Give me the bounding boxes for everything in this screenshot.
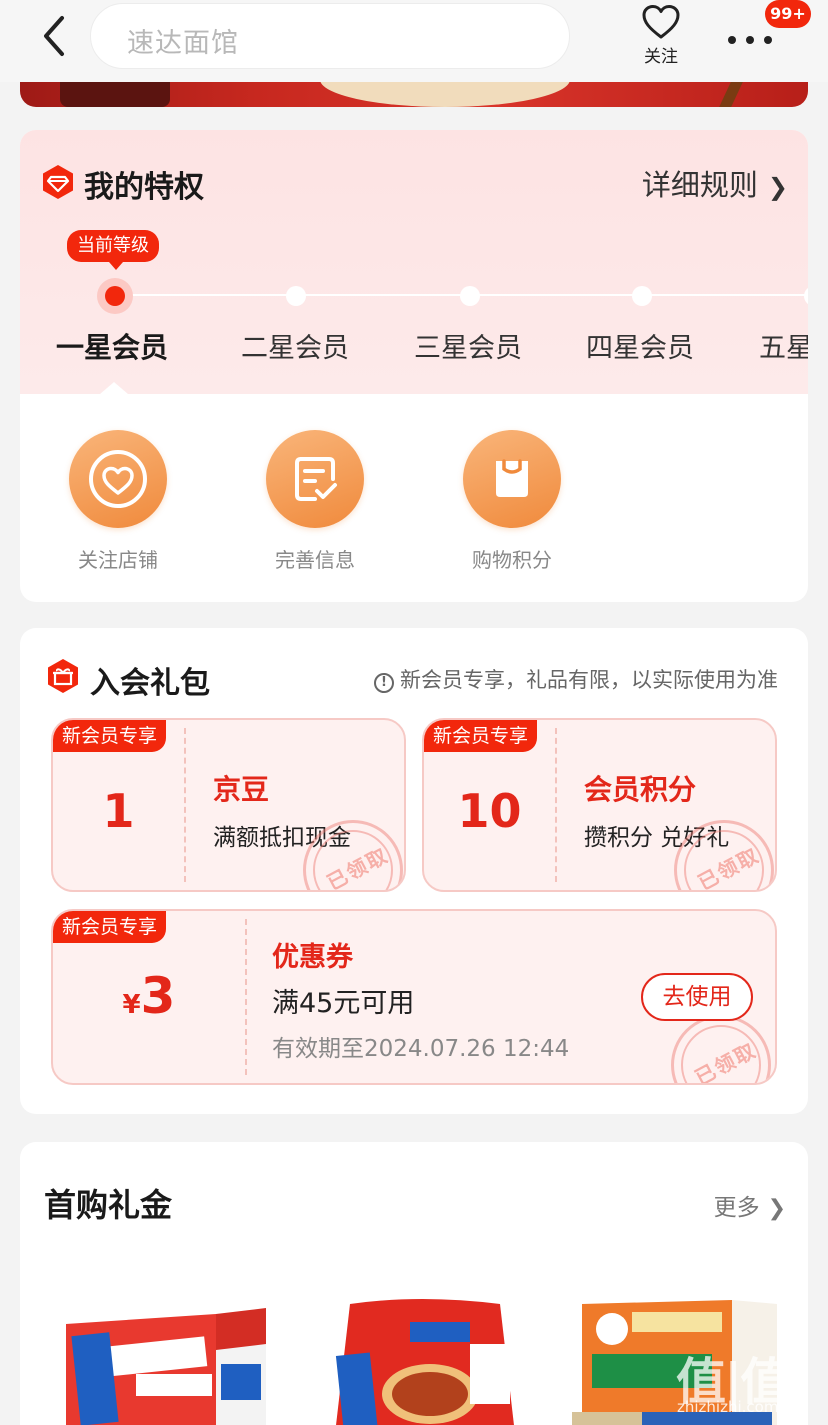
more-dot-icon (746, 36, 754, 44)
level-5[interactable]: 五星 (759, 326, 808, 365)
banner-image-part (60, 82, 170, 107)
perk-follow-store[interactable]: 关注店铺 (58, 430, 178, 573)
new-member-tag: 新会员专享 (53, 720, 167, 752)
first-purchase-title: 首购礼金 (44, 1186, 173, 1224)
coupon-name: 京豆 (213, 773, 270, 806)
heart-icon (642, 5, 680, 39)
search-input[interactable]: 速达面馆 (90, 3, 570, 69)
banner-chopsticks (719, 82, 743, 107)
voucher-amount: ¥3 (53, 967, 245, 1025)
more-dot-icon (728, 36, 736, 44)
more-dot-icon (764, 36, 772, 44)
level-3[interactable]: 三星会员 (414, 326, 522, 365)
follow-button[interactable]: 关注 (632, 2, 690, 70)
perk-complete-info[interactable]: 完善信息 (255, 430, 375, 573)
info-icon: ! (374, 673, 394, 693)
level-1[interactable]: 一星会员 (56, 326, 168, 366)
form-check-icon (295, 457, 337, 501)
coupon-divider (555, 728, 557, 882)
perk-icon-bg (69, 430, 167, 528)
level-2[interactable]: 二星会员 (241, 326, 349, 365)
banner-noodle-bowl (320, 82, 570, 107)
heart-circle-icon (89, 450, 147, 508)
new-member-tag: 新会员专享 (424, 720, 538, 752)
gift-box-icon (48, 659, 78, 693)
claimed-stamp: 已领取 (671, 1015, 771, 1085)
voucher-condition: 满45元可用 (272, 988, 415, 1019)
new-member-tag: 新会员专享 (53, 911, 167, 943)
chevron-right-icon: ❯ (767, 1196, 786, 1221)
coupon-amount: 10 (457, 784, 522, 838)
top-bar: 速达面馆 关注 99+ (0, 0, 828, 82)
follow-label: 关注 (644, 47, 678, 67)
coupon-divider (245, 919, 247, 1075)
diamond-badge-icon (43, 165, 73, 199)
search-placeholder: 速达面馆 (127, 28, 239, 59)
coupon-amount: 1 (102, 784, 135, 838)
perk-label: 完善信息 (275, 548, 355, 572)
level-dot (460, 286, 480, 306)
voucher-name: 优惠券 (272, 942, 353, 973)
currency-symbol: ¥ (122, 990, 141, 1020)
back-button[interactable] (36, 12, 76, 60)
chevron-left-icon (44, 16, 64, 56)
perk-icon-bg (463, 430, 561, 528)
shop-banner[interactable] (20, 82, 808, 107)
more-menu-button[interactable] (722, 26, 778, 56)
level-pointer (100, 382, 128, 394)
coupon-jingdou[interactable]: 新会员专享 1 京豆 满额抵扣现金 已领取 (51, 718, 406, 892)
privileges-title: 我的特权 (84, 170, 204, 205)
voucher-value: 3 (140, 967, 176, 1025)
perk-label: 购物积分 (472, 548, 552, 572)
coupon-name: 会员积分 (584, 773, 697, 806)
more-label: 更多 (713, 1195, 760, 1221)
gift-note: ! 新会员专享，礼品有限，以实际使用为准 (374, 664, 778, 694)
coupon-divider (184, 728, 186, 882)
perk-shopping-points[interactable]: 购物积分 (452, 430, 572, 573)
shopping-bag-icon (496, 459, 528, 497)
level-dot (632, 286, 652, 306)
more-link[interactable]: 更多 ❯ (714, 1188, 786, 1222)
level-4[interactable]: 四星会员 (586, 326, 694, 365)
perk-icon-bg (266, 430, 364, 528)
perk-label: 关注店铺 (78, 548, 158, 572)
rules-link[interactable]: 详细规则 ❯ (642, 162, 788, 204)
stamp-text: 已领取 (693, 842, 764, 892)
stamp-text: 已领取 (322, 842, 393, 892)
level-dot (286, 286, 306, 306)
rules-label: 详细规则 (641, 168, 758, 202)
gift-title: 入会礼包 (90, 666, 210, 701)
product-image-noodle-pack[interactable] (320, 1294, 530, 1425)
product-image-noodle-box[interactable] (66, 1294, 276, 1425)
voucher-expiry: 有效期至2024.07.26 12:44 (272, 1036, 570, 1062)
stamp-text: 已领取 (690, 1037, 761, 1085)
watermark-url: zhizhizhi.com (677, 1398, 779, 1416)
level-dot-current (97, 278, 133, 314)
coupon-member-points[interactable]: 新会员专享 10 会员积分 攒积分 兑好礼 已领取 (422, 718, 777, 892)
voucher-coupon[interactable]: 新会员专享 ¥3 优惠券 满45元可用 有效期至2024.07.26 12:44… (51, 909, 777, 1085)
gift-note-text: 新会员专享，礼品有限，以实际使用为准 (400, 668, 778, 692)
notification-badge: 99+ (765, 0, 811, 28)
privileges-card: 我的特权 详细规则 ❯ 当前等级 一星会员 二星会员 三星会员 四星会员 五星 关… (20, 130, 808, 602)
chevron-right-icon: ❯ (767, 173, 788, 201)
current-level-tag: 当前等级 (67, 230, 159, 270)
use-voucher-button[interactable]: 去使用 (641, 973, 753, 1021)
member-gift-card: 入会礼包 ! 新会员专享，礼品有限，以实际使用为准 新会员专享 1 京豆 满额抵扣… (20, 628, 808, 1114)
